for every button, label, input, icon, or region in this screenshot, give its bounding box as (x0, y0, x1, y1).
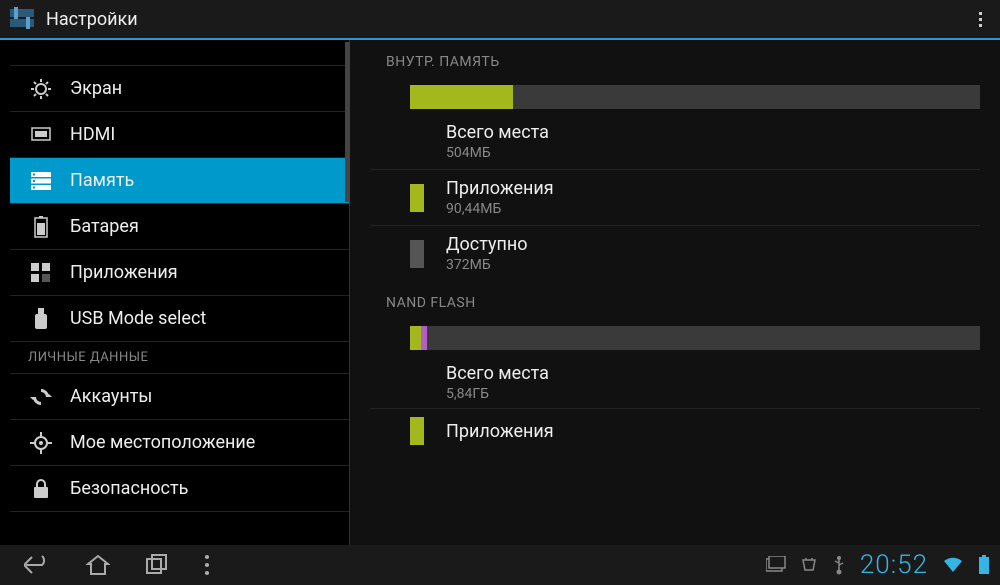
row-total-nand[interactable]: Всего места 5,84ГБ (370, 355, 980, 410)
status-clock[interactable]: 20:52 (860, 550, 928, 580)
wifi-icon (942, 556, 964, 574)
sidebar-item-label: Мое местоположение (70, 432, 255, 453)
bar-seg-2 (421, 326, 427, 350)
row-value: 5,84ГБ (446, 386, 549, 402)
swatch-apps (410, 184, 424, 212)
display-icon (28, 79, 54, 99)
swatch-none (410, 369, 424, 397)
hdmi-icon (28, 127, 54, 143)
internal-usage-bar (370, 80, 980, 114)
system-navbar: 20:52 (0, 545, 1000, 585)
row-total-internal[interactable]: Всего места 504МБ (370, 114, 980, 169)
swatch-none (410, 128, 424, 156)
row-apps-nand[interactable]: Приложения (370, 408, 980, 453)
storage-icon (28, 172, 54, 190)
swatch-apps (410, 417, 424, 445)
bar-seg-1 (410, 326, 421, 350)
sidebar-item-storage[interactable]: Память (10, 158, 349, 204)
settings-icon (8, 5, 36, 33)
sidebar-item-hdmi[interactable]: HDMI (10, 112, 349, 158)
sidebar-item-apps[interactable]: Приложения (10, 250, 349, 296)
overflow-menu-button[interactable] (968, 7, 992, 31)
row-label: Всего места (446, 363, 549, 384)
sync-icon (28, 386, 54, 408)
sidebar-item-cut[interactable] (10, 40, 349, 66)
menu-button[interactable] (204, 554, 210, 576)
bar-seg-apps (410, 85, 513, 109)
section-internal-title: ВНУТР. ПАМЯТЬ (370, 40, 980, 80)
storage-content: ВНУТР. ПАМЯТЬ Всего места 504МБ Приложен… (350, 40, 1000, 545)
sidebar-scrollbar[interactable] (345, 42, 350, 202)
lock-icon (28, 479, 54, 499)
row-label: Доступно (446, 234, 528, 255)
sidebar-item-label: USB Mode select (70, 308, 206, 329)
row-label: Приложения (446, 178, 554, 199)
battery-status-icon (978, 555, 990, 575)
row-value: 90,44МБ (446, 201, 554, 217)
sidebar-section-personal: ЛИЧНЫЕ ДАННЫЕ (10, 342, 349, 374)
apps-icon (28, 263, 54, 283)
usb-notif-icon[interactable] (832, 555, 846, 575)
row-available-internal[interactable]: Доступно 372МБ (370, 225, 980, 281)
notification-icon[interactable] (766, 556, 786, 574)
action-bar: Настройки (0, 0, 1000, 40)
sidebar-item-label: Экран (70, 78, 122, 99)
row-value: 504МБ (446, 145, 549, 161)
sidebar-item-label: Память (70, 170, 134, 191)
row-value: 372МБ (446, 257, 528, 273)
sidebar-item-label: Безопасность (70, 478, 188, 499)
battery-icon (28, 216, 54, 238)
nand-usage-bar (370, 321, 980, 355)
sidebar-item-label: Батарея (70, 216, 139, 237)
sidebar-item-battery[interactable]: Батарея (10, 204, 349, 250)
sidebar-item-usb[interactable]: USB Mode select (10, 296, 349, 342)
sidebar-item-security[interactable]: Безопасность (10, 466, 349, 512)
sidebar-item-location[interactable]: Мое местоположение (10, 420, 349, 466)
sidebar-item-display[interactable]: Экран (10, 66, 349, 112)
recent-apps-button[interactable] (146, 554, 168, 576)
page-title: Настройки (46, 9, 138, 30)
row-label: Приложения (446, 421, 554, 442)
usb-icon (28, 308, 54, 330)
section-nand-title: NAND FLASH (370, 281, 980, 321)
row-apps-internal[interactable]: Приложения 90,44МБ (370, 169, 980, 225)
download-icon[interactable] (800, 556, 818, 574)
row-label: Всего места (446, 122, 549, 143)
back-button[interactable] (24, 554, 50, 576)
sidebar-item-accounts[interactable]: Аккаунты (10, 374, 349, 420)
sidebar-item-label: HDMI (70, 124, 115, 145)
location-icon (28, 432, 54, 454)
sidebar-item-label: Аккаунты (70, 386, 152, 407)
sidebar-item-label: Приложения (70, 262, 178, 283)
home-button[interactable] (86, 554, 110, 576)
settings-sidebar: Экран HDMI Память Батарея Приложения (0, 40, 350, 545)
swatch-avail (410, 240, 424, 268)
